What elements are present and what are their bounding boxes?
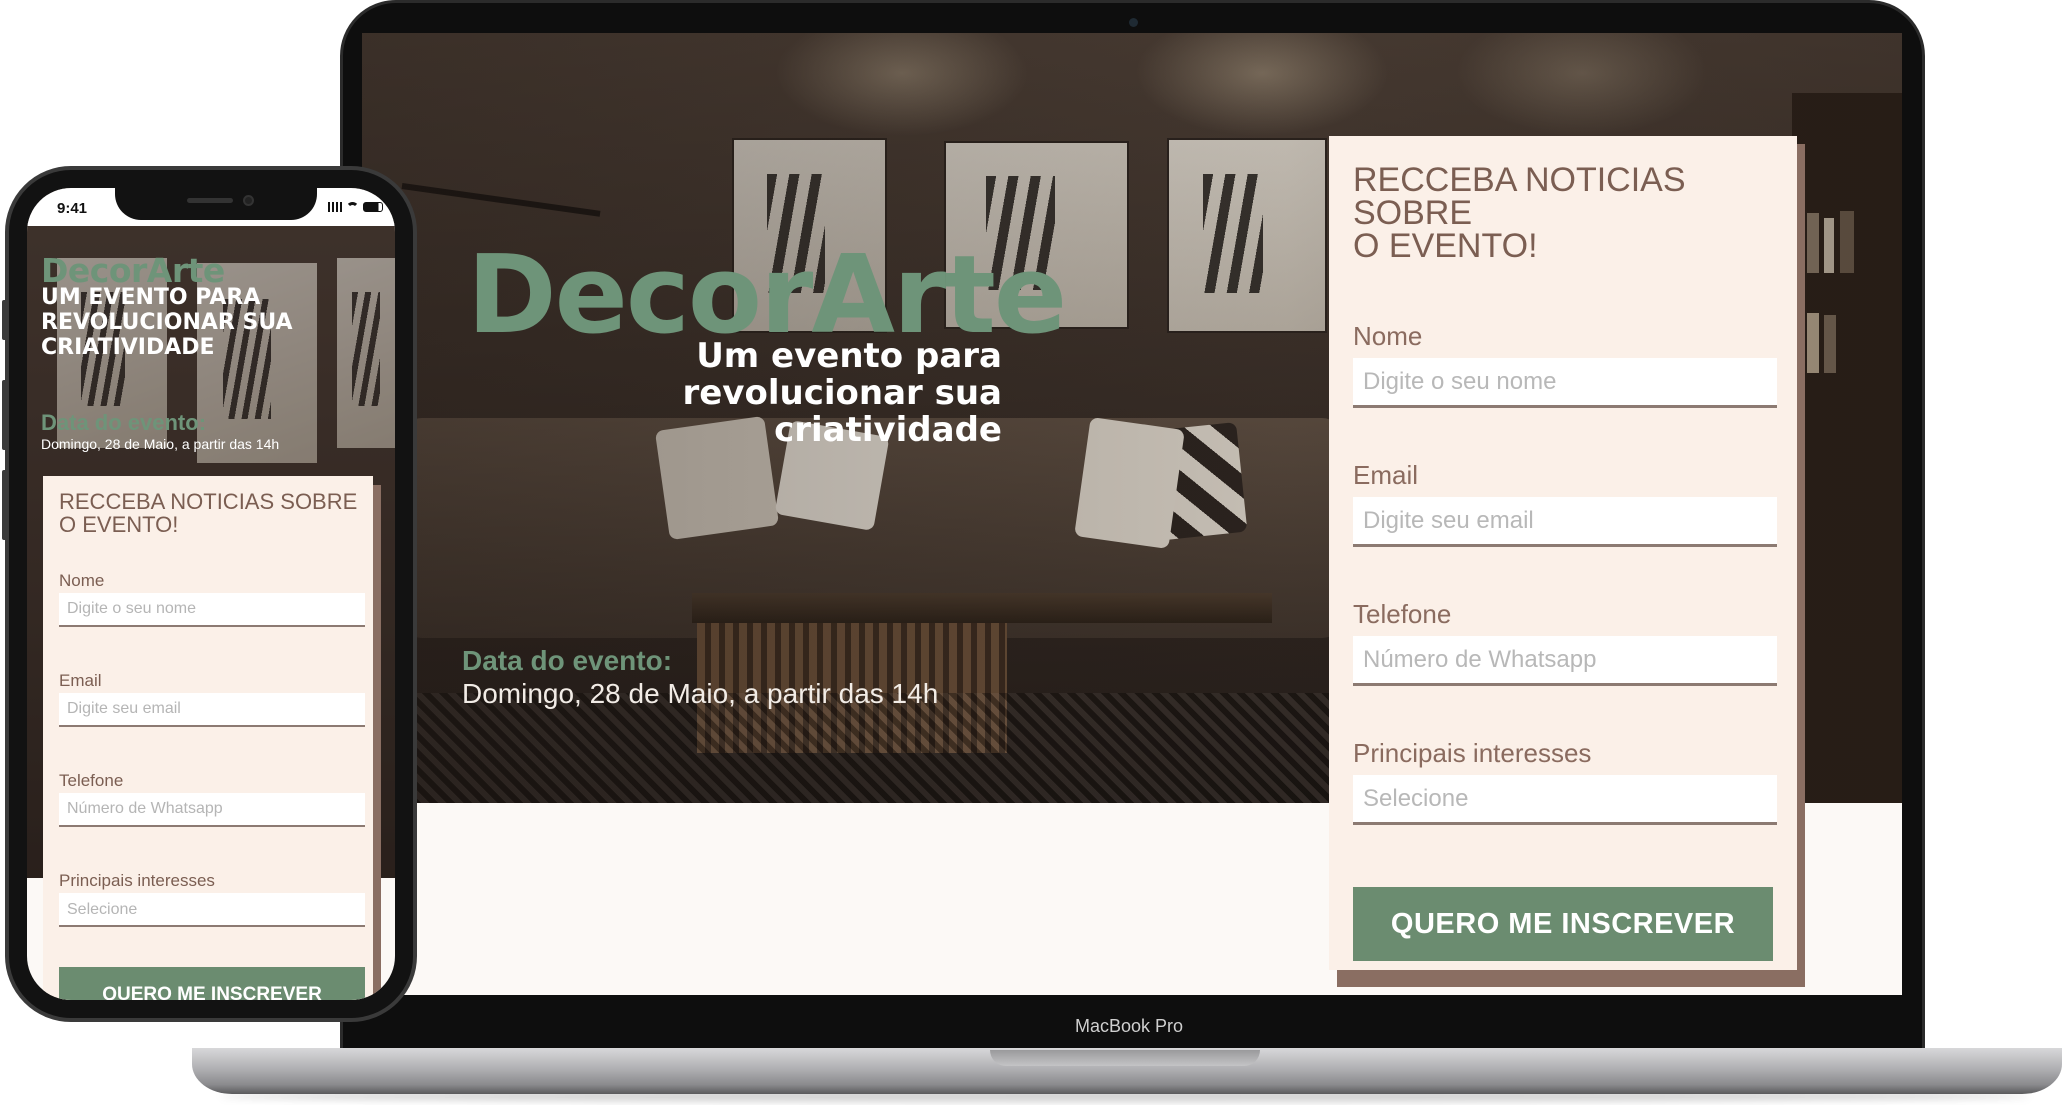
battery-icon bbox=[363, 202, 383, 212]
name-input[interactable] bbox=[1353, 358, 1777, 408]
name-label: Nome bbox=[1353, 321, 1423, 351]
mobile-hero-tagline: UM EVENTO PARA REVOLUCIONAR SUA CRIATIVI… bbox=[41, 285, 361, 360]
email-input[interactable] bbox=[1353, 497, 1777, 547]
mobile-interests-select-value: Selecione bbox=[67, 901, 138, 918]
laptop-model-label: MacBook Pro bbox=[1075, 1016, 1184, 1036]
form-title-line: RECCEBA NOTICIAS SOBRE bbox=[59, 489, 358, 514]
mobile-subscribe-button[interactable]: QUERO ME INSCREVER bbox=[59, 967, 365, 1000]
tagline-line: CRIATIVIDADE bbox=[41, 335, 215, 360]
mobile-phone-label: Telefone bbox=[59, 771, 124, 790]
event-date-label: Data do evento: bbox=[462, 645, 673, 676]
mobile-name-input[interactable] bbox=[59, 593, 365, 627]
tagline-line: REVOLUCIONAR SUA bbox=[41, 310, 293, 335]
event-date-text: Domingo, 28 de Maio, a partir das 14h bbox=[462, 678, 939, 709]
signal-icon bbox=[328, 202, 342, 212]
status-icons bbox=[328, 202, 383, 212]
phone-notch bbox=[115, 188, 317, 220]
form-title: RECCEBA NOTICIAS SOBRE O EVENTO! bbox=[1353, 161, 1783, 265]
signup-form: RECCEBA NOTICIAS SOBRE O EVENTO! Nome Em… bbox=[1329, 136, 1797, 970]
speaker-grille bbox=[187, 198, 233, 203]
laptop-camera bbox=[1129, 18, 1138, 27]
mobile-form-title: RECCEBA NOTICIAS SOBRE O EVENTO! bbox=[59, 490, 359, 536]
subscribe-button[interactable]: QUERO ME INSCREVER bbox=[1353, 887, 1773, 961]
tagline-line: UM EVENTO PARA bbox=[41, 285, 261, 310]
hero-tagline: Um evento para revolucionar sua criativi… bbox=[562, 338, 1002, 449]
tagline-line: Um evento para bbox=[696, 336, 1002, 376]
phone-frame: DecorArte UM EVENTO PARA REVOLUCIONAR SU… bbox=[5, 166, 417, 1022]
mobile-event-date-text: Domingo, 28 de Maio, a partir das 14h bbox=[41, 436, 280, 452]
mobile-name-label: Nome bbox=[59, 571, 105, 590]
interests-label: Principais interesses bbox=[1353, 738, 1592, 768]
mobile-interests-select[interactable]: Selecione bbox=[59, 893, 365, 927]
email-label: Email bbox=[1353, 460, 1419, 490]
interests-select-value: Selecione bbox=[1363, 784, 1469, 812]
laptop-base-notch bbox=[990, 1050, 1260, 1066]
status-time: 9:41 bbox=[57, 200, 88, 217]
tagline-line: criatividade bbox=[774, 410, 1002, 450]
mobile-interests-label: Principais interesses bbox=[59, 871, 215, 890]
phone-screen: DecorArte UM EVENTO PARA REVOLUCIONAR SU… bbox=[27, 188, 395, 1000]
front-camera bbox=[243, 195, 254, 206]
wifi-icon bbox=[346, 202, 359, 212]
mobile-event-date-label: Data do evento: bbox=[41, 410, 207, 435]
form-title-line: O EVENTO! bbox=[1353, 227, 1538, 265]
mobile-phone-input[interactable] bbox=[59, 793, 365, 827]
laptop-screen: DecorArte Um evento para revolucionar su… bbox=[362, 33, 1902, 995]
mobile-signup-form: RECCEBA NOTICIAS SOBRE O EVENTO! Nome Em… bbox=[43, 476, 373, 1000]
mobile-email-input[interactable] bbox=[59, 693, 365, 727]
tagline-line: revolucionar sua bbox=[682, 373, 1002, 413]
mobile-email-label: Email bbox=[59, 671, 102, 690]
phone-input[interactable] bbox=[1353, 636, 1777, 686]
form-title-line: RECCEBA NOTICIAS SOBRE bbox=[1353, 161, 1686, 232]
form-title-line: O EVENTO! bbox=[59, 512, 179, 537]
phone-label: Telefone bbox=[1353, 599, 1452, 629]
interests-select[interactable]: Selecione bbox=[1353, 775, 1777, 825]
